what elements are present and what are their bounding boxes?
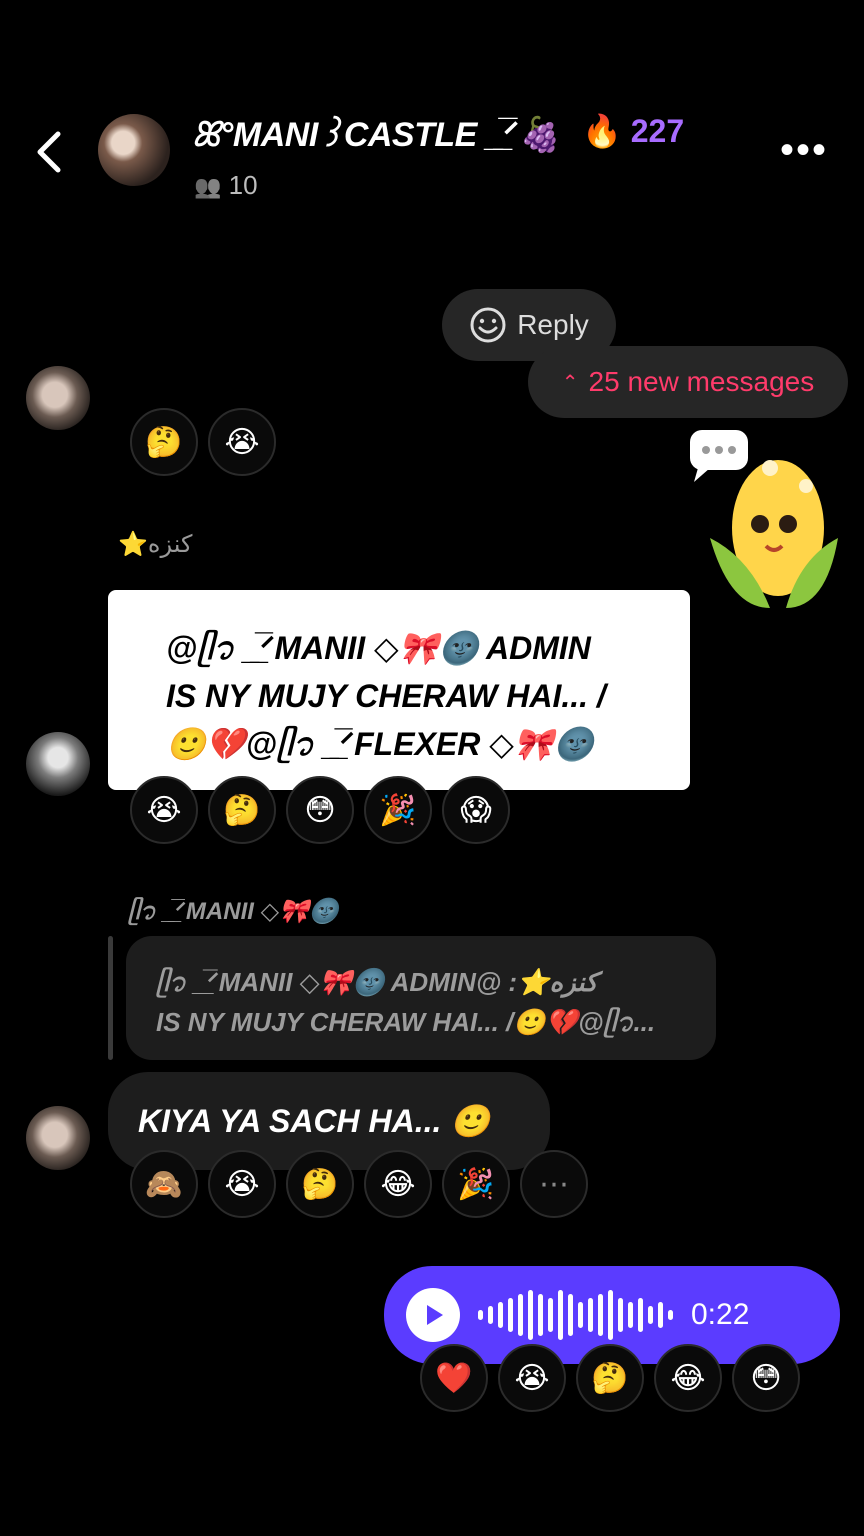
- quoted-message[interactable]: ᥫ᭡ _̲̅ᐟMANII ◇🎀🌚 ADMIN@ :⭐كنزه IS NY MUJ…: [126, 936, 716, 1060]
- group-avatar[interactable]: [98, 114, 170, 186]
- reaction-button[interactable]: 😭: [130, 776, 198, 844]
- reply-label: Reply: [517, 309, 589, 340]
- quoted-text-line: ᥫ᭡ _̲̅ᐟMANII ◇🎀🌚 ADMIN@ :⭐كنزه: [156, 967, 598, 997]
- fire-icon: 🔥: [582, 113, 622, 149]
- double-chevron-up-icon: ⌃: [561, 371, 579, 394]
- back-button[interactable]: [30, 128, 70, 176]
- message-text-line: @ᥫ᭡ _̲̅ᐟMANII ◇🎀🌚 ADMIN: [166, 630, 591, 666]
- reaction-button[interactable]: 😳: [732, 1344, 800, 1412]
- reaction-button[interactable]: 😭: [208, 408, 276, 476]
- play-button[interactable]: [406, 1288, 460, 1342]
- reaction-row: 🙈 😭 🤔 😂 🎉 ⋯: [130, 1150, 588, 1218]
- reaction-button[interactable]: 😭: [208, 1150, 276, 1218]
- waveform[interactable]: [478, 1285, 673, 1345]
- more-options-button[interactable]: •••: [780, 128, 828, 173]
- waveform-bar: [648, 1306, 653, 1324]
- chevron-left-icon: [37, 131, 61, 173]
- voice-duration: 0:22: [691, 1298, 750, 1331]
- reaction-button[interactable]: ❤️: [420, 1344, 488, 1412]
- streak-count: 227: [630, 113, 685, 149]
- message-text: KIYA YA SACH HA... 🙂: [138, 1103, 491, 1139]
- avatar[interactable]: [26, 732, 90, 796]
- reaction-row: ❤️ 😭 🤔 😂 😳: [420, 1344, 800, 1412]
- waveform-bar: [568, 1294, 573, 1336]
- reaction-button[interactable]: 🤔: [286, 1150, 354, 1218]
- reaction-button[interactable]: 🎉: [442, 1150, 510, 1218]
- waveform-bar: [618, 1298, 623, 1332]
- avatar[interactable]: [26, 1106, 90, 1170]
- reaction-button[interactable]: 😂: [364, 1150, 432, 1218]
- group-title[interactable]: ꕤ°MANI꒱CASTLE _̲̅ᐟ🍇: [192, 110, 560, 155]
- reaction-row: 🤔 😭: [130, 408, 276, 476]
- reaction-button[interactable]: 🤔: [576, 1344, 644, 1412]
- sender-name: ᥫ᭡ _̲̅ᐟMANII ◇🎀🌚: [128, 898, 339, 925]
- waveform-bar: [608, 1290, 613, 1340]
- quote-bar: [108, 936, 113, 1060]
- waveform-bar: [488, 1306, 493, 1324]
- waveform-bar: [508, 1298, 513, 1332]
- streak-badge: 🔥 227: [582, 112, 684, 150]
- new-messages-label: 25 new messages: [588, 366, 815, 397]
- reaction-button[interactable]: 😭: [498, 1344, 566, 1412]
- waveform-bar: [558, 1290, 563, 1340]
- waveform-bar: [498, 1302, 503, 1328]
- quoted-text-line: IS NY MUJY CHERAW HAI... /🙂💔@ᥫ᭡...: [156, 1007, 656, 1037]
- reaction-button[interactable]: 🤔: [130, 408, 198, 476]
- waveform-bar: [528, 1290, 533, 1340]
- reaction-button[interactable]: 🎉: [364, 776, 432, 844]
- waveform-bar: [628, 1302, 633, 1328]
- waveform-bar: [578, 1302, 583, 1328]
- waveform-bar: [598, 1294, 603, 1336]
- reaction-button[interactable]: 😳: [286, 776, 354, 844]
- waveform-bar: [668, 1310, 673, 1320]
- waveform-bar: [638, 1298, 643, 1332]
- avatar[interactable]: [26, 366, 90, 430]
- message-text-line: 🙂💔@ᥫ᭡ _̲̅ᐟFLEXER ◇🎀🌚: [166, 726, 594, 762]
- message-text-line: IS NY MUJY CHERAW HAI... /: [166, 678, 606, 714]
- waveform-bar: [548, 1298, 553, 1332]
- reaction-button[interactable]: 😂: [654, 1344, 722, 1412]
- corn-sticker[interactable]: [690, 428, 840, 618]
- members-icon: 👥: [194, 174, 222, 199]
- member-count[interactable]: 👥 10: [194, 170, 258, 201]
- reaction-row: 😭 🤔 😳 🎉 😱: [130, 776, 510, 844]
- new-messages-button[interactable]: ⌃ 25 new messages: [528, 346, 848, 418]
- sender-name: ⭐كنزه: [118, 531, 193, 558]
- waveform-bar: [538, 1294, 543, 1336]
- waveform-bar: [658, 1302, 663, 1328]
- waveform-bar: [478, 1310, 483, 1320]
- reaction-button[interactable]: 😱: [442, 776, 510, 844]
- more-horizontal-icon: •••: [780, 128, 829, 172]
- waveform-bar: [588, 1298, 593, 1332]
- more-reactions-button[interactable]: ⋯: [520, 1150, 588, 1218]
- message-bubble[interactable]: @ᥫ᭡ _̲̅ᐟMANII ◇🎀🌚 ADMIN IS NY MUJY CHERA…: [108, 590, 690, 790]
- member-count-label: 10: [228, 170, 258, 200]
- reaction-button[interactable]: 🤔: [208, 776, 276, 844]
- play-icon: [427, 1305, 443, 1325]
- waveform-bar: [518, 1294, 523, 1336]
- reaction-button[interactable]: 🙈: [130, 1150, 198, 1218]
- smiley-face-icon: [470, 307, 506, 343]
